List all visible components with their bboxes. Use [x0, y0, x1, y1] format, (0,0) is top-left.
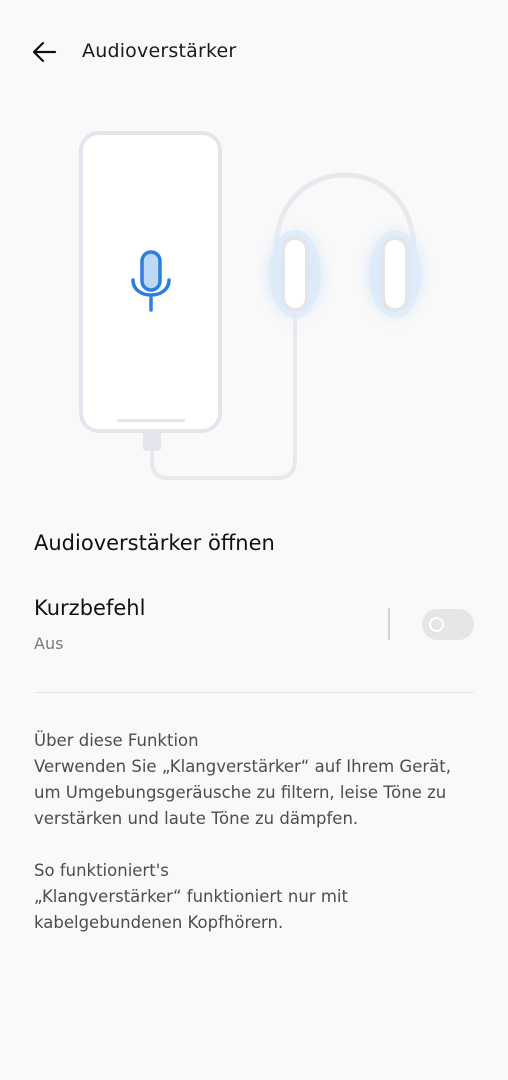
shortcut-toggle[interactable]: [422, 609, 474, 640]
back-button[interactable]: [26, 34, 62, 70]
how-heading: So funktioniert's: [34, 861, 169, 880]
open-amplifier-label: Audioverstärker öffnen: [34, 531, 275, 555]
shortcut-setting-row: Kurzbefehl Aus: [34, 590, 474, 670]
toggle-knob: [429, 617, 444, 632]
shortcut-status: Aus: [34, 634, 64, 653]
left-earcup: [281, 236, 309, 312]
arrow-left-icon: [32, 41, 57, 63]
info-section: Über diese Funktion Verwenden Sie „Klang…: [34, 728, 474, 936]
page-title: Audioverstärker: [82, 40, 237, 62]
shortcut-title: Kurzbefehl: [34, 596, 146, 620]
right-earcup: [381, 236, 409, 312]
about-heading: Über diese Funktion: [34, 731, 199, 750]
about-text: Verwenden Sie „Klangverstärker“ auf Ihre…: [34, 757, 451, 828]
vertical-divider: [388, 608, 390, 640]
how-text: „Klangverstärker“ funktioniert nur mit k…: [34, 887, 348, 932]
section-divider: [34, 692, 474, 693]
open-amplifier-row[interactable]: Audioverstärker öffnen: [34, 524, 474, 564]
phone-headphones-illustration: [79, 131, 437, 480]
hero-illustration: [0, 120, 508, 500]
top-bar: Audioverstärker: [0, 28, 508, 76]
